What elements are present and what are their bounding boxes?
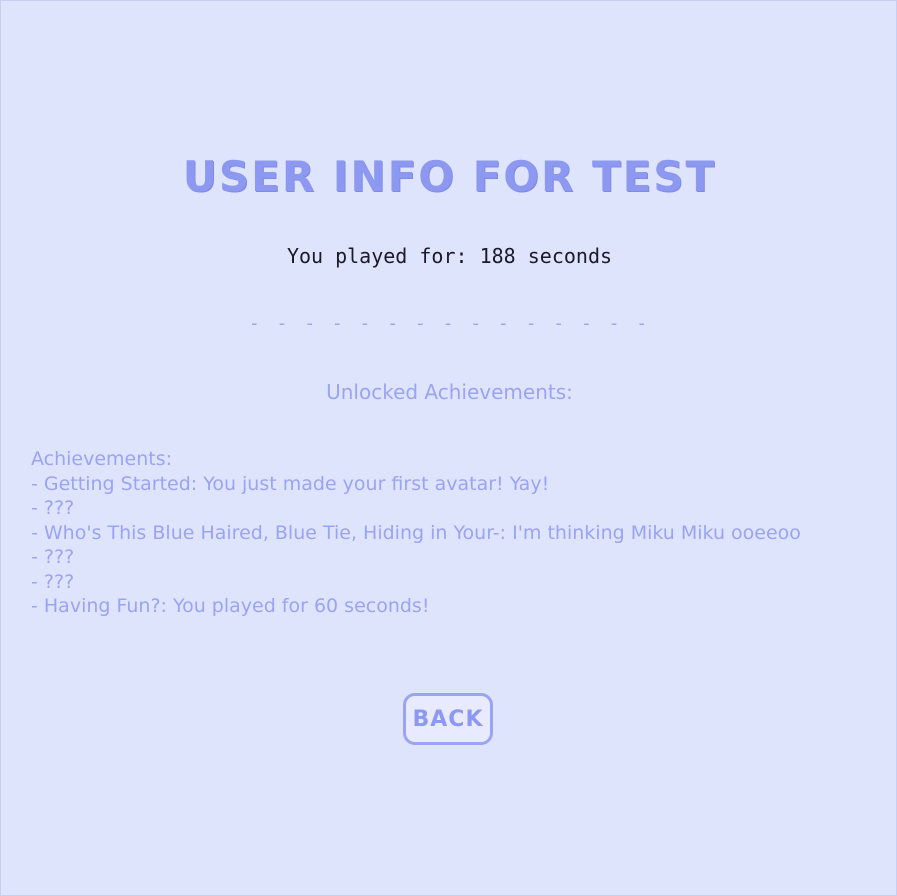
play-time-text: You played for: 188 seconds — [286, 244, 613, 268]
achievement-item: - ??? — [31, 497, 75, 519]
achievement-item: - Getting Started: You just made your fi… — [31, 472, 550, 495]
page-title: USER INFO FOR TEST — [182, 152, 717, 201]
achievement-item: - Having Fun?: You played for 60 seconds… — [31, 595, 430, 617]
achievement-item: - ??? — [31, 546, 75, 568]
achievement-item: - Who's This Blue Haired, Blue Tie, Hidi… — [31, 521, 801, 544]
achievements-list: Achievements: - Getting Started: You jus… — [31, 447, 881, 619]
divider: - - - - - - - - - - - - - - - — [248, 313, 651, 334]
back-button-label: BACK — [412, 706, 484, 732]
back-button[interactable]: BACK — [403, 693, 493, 745]
user-info-screen: USER INFO FOR TEST You played for: 188 s… — [0, 0, 897, 896]
achievements-heading: Achievements: — [31, 448, 173, 470]
unlocked-achievements-heading: Unlocked Achievements: — [326, 380, 573, 404]
achievement-item: - ??? — [31, 570, 75, 593]
